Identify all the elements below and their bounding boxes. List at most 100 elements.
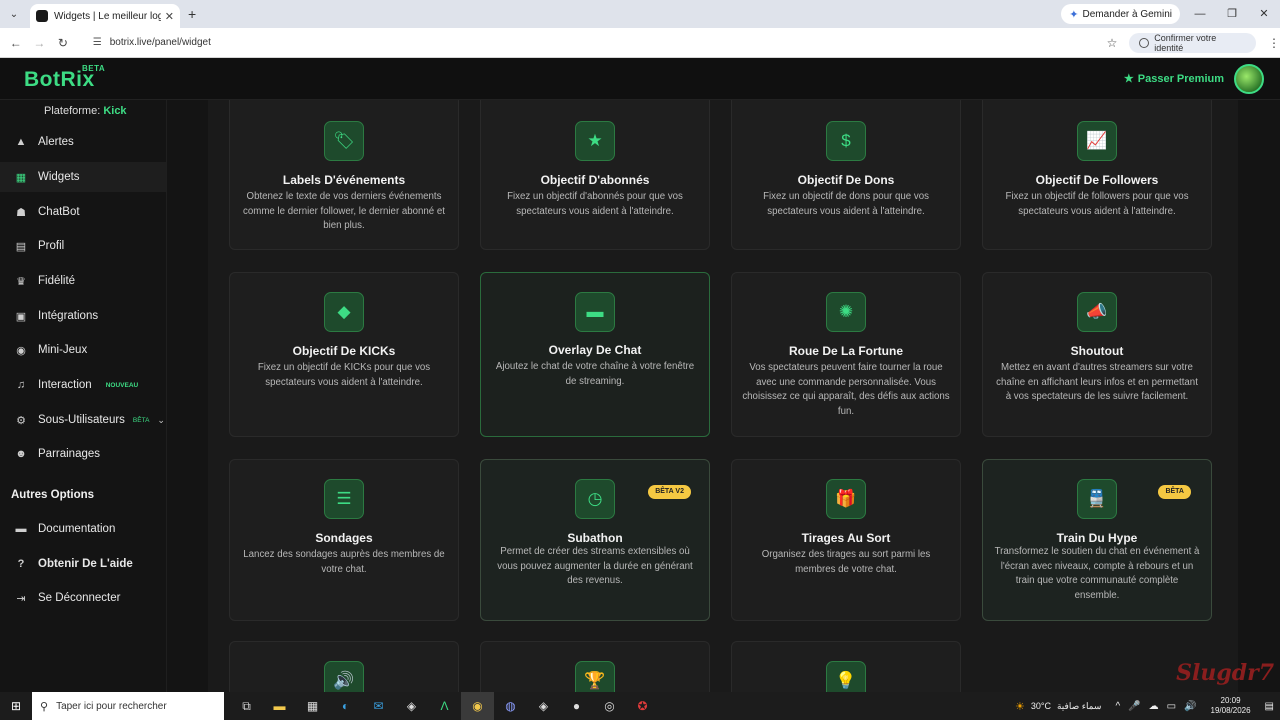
close-window-icon[interactable]: ✕ [1248, 0, 1280, 28]
back-arrow-icon[interactable]: ← [4, 36, 28, 50]
sidebar-item-label: Intégrations [38, 310, 99, 322]
logo-beta-badge: BETA [82, 64, 106, 73]
bookmark-star-icon[interactable]: ☆ [1107, 36, 1118, 50]
poll-icon: ☰ [324, 479, 364, 519]
card-title: Labels D'événements [282, 173, 406, 187]
sidebar-item-integrations[interactable]: ▣ Intégrations [0, 301, 166, 331]
widget-card-objectif-followers[interactable]: 📈 Objectif De Followers Fixez un objecti… [982, 100, 1212, 250]
sidebar-item-profil[interactable]: ▤ Profil [0, 231, 166, 261]
weather-text: سماء صافية [1056, 700, 1102, 711]
weather-temp: 30°C [1030, 701, 1051, 711]
sidebar-item-interaction[interactable]: ♫ Interaction NOUVEAU [0, 370, 166, 400]
main-content: 🏷 Labels D'événements Obtenez le texte d… [167, 100, 1280, 692]
widget-card-partial[interactable]: 🏆 [480, 641, 710, 692]
obs-icon[interactable]: ● [560, 692, 593, 720]
reload-icon[interactable]: ↻ [51, 36, 75, 50]
sidebar-item-chatbot[interactable]: ☗ ChatBot [0, 197, 166, 227]
widget-card-subathon[interactable]: ◷ BÊTA V2 Subathon Permet de créer des s… [480, 459, 710, 621]
card-description: Ajoutez le chat de votre chaîne à votre … [495, 361, 695, 387]
chevron-up-icon[interactable]: ^ [1115, 701, 1120, 712]
edge-icon[interactable]: ◐ [329, 692, 362, 720]
chrome-icon[interactable]: ◉ [461, 692, 494, 720]
app-icon[interactable]: ◎ [593, 692, 626, 720]
widget-card-objectif-kicks[interactable]: ◆ Objectif De KICKs Fixez un objectif de… [229, 272, 459, 437]
help-icon: ? [17, 558, 25, 570]
music-icon: ♫ [16, 379, 26, 391]
widget-card-train-hype[interactable]: 🚆 BÊTA Train Du Hype Transformez le sout… [982, 459, 1212, 621]
browser-menu-icon[interactable]: ⋮ [1268, 36, 1280, 50]
card-description: Obtenez le texte de vos derniers événeme… [243, 191, 445, 232]
new-tab-button[interactable]: + [188, 6, 196, 22]
sidebar-item-logout[interactable]: ⇥ Se Déconnecter [0, 583, 166, 613]
sidebar-item-label: Widgets [38, 171, 80, 183]
star-icon: ★ [575, 121, 615, 161]
minimize-icon[interactable]: — [1184, 0, 1216, 28]
sidebar-item-help[interactable]: ? Obtenir De L'aide [0, 549, 166, 579]
network-icon[interactable]: ▭ [1167, 701, 1176, 712]
weather-icon: ☀ [1015, 700, 1025, 713]
tab-title: Widgets | Le meilleur logiciel p [54, 10, 161, 22]
dollar-icon: $ [826, 121, 866, 161]
speaker-icon: 🔊 [324, 661, 364, 692]
microphone-icon[interactable]: 🎤 [1128, 701, 1140, 712]
discord-icon[interactable]: ◍ [494, 692, 527, 720]
watermark: Slugdr7 [1176, 660, 1274, 686]
sidebar-item-label: Obtenir De L'aide [38, 558, 133, 570]
steam-icon[interactable]: ◈ [527, 692, 560, 720]
widget-card-roue-fortune[interactable]: ✺ Roue De La Fortune Vos spectateurs peu… [731, 272, 961, 437]
trophy-icon: 🏆 [575, 661, 615, 692]
close-tab-icon[interactable]: ✕ [165, 10, 174, 23]
widget-card-objectif-dons[interactable]: $ Objectif De Dons Fixez un objectif de … [731, 100, 961, 250]
sidebar-item-widgets[interactable]: ▦ Widgets [0, 162, 166, 192]
sidebar-item-mini-jeux[interactable]: ◉ Mini-Jeux [0, 335, 166, 365]
sidebar-item-label: Parrainages [38, 448, 101, 460]
app-red-icon[interactable]: ✪ [626, 692, 659, 720]
taskbar-apps: ⧉ ▬ ▦ ◐ ✉ ◈ Λ ◉ ◍ ◈ ● ◎ ✪ [230, 692, 659, 720]
file-explorer-icon[interactable]: ▬ [263, 692, 296, 720]
beta-badge: BÊTA [132, 416, 150, 424]
cloud-icon[interactable]: ☁ [1149, 701, 1159, 712]
mail-icon[interactable]: ✉ [362, 692, 395, 720]
app-a-icon[interactable]: Λ [428, 692, 461, 720]
tab-list-button[interactable]: ⌄ [0, 0, 28, 28]
widget-card-partial[interactable]: 🔊 [229, 641, 459, 692]
premium-button[interactable]: ★ Passer Premium [1124, 72, 1224, 85]
url-field[interactable]: ☰ botrix.live/panel/widget [84, 31, 1103, 54]
botrix-logo[interactable]: BotRix BETA [24, 64, 105, 92]
widget-card-partial[interactable]: 💡 [731, 641, 961, 692]
widget-card-overlay-chat[interactable]: ▬ Overlay De Chat Ajoutez le chat de vot… [480, 272, 710, 437]
widget-card-sondages[interactable]: ☰ Sondages Lancez des sondages auprès de… [229, 459, 459, 621]
sidebar-item-fidelite[interactable]: ♛ Fidélité [0, 266, 166, 296]
chevron-down-icon[interactable]: ⌄ [157, 415, 165, 426]
widget-card-tirages-au-sort[interactable]: 🎁 Tirages Au Sort Organisez des tirages … [731, 459, 961, 621]
forward-arrow-icon[interactable]: → [28, 36, 52, 50]
user-avatar[interactable] [1234, 64, 1264, 94]
sidebar-item-parrainages[interactable]: ☻ Parrainages [0, 439, 166, 469]
confirm-identity-button[interactable]: Confirmer votre identité [1129, 32, 1256, 53]
sidebar-item-alertes[interactable]: ▲ Alertes [0, 127, 166, 157]
steam-icon[interactable]: ◈ [395, 692, 428, 720]
gemini-label: Demander à Gemini [1082, 8, 1172, 20]
gemini-button[interactable]: ✦ Demander à Gemini [1061, 4, 1180, 24]
sidebar-item-documentation[interactable]: ▬ Documentation [0, 514, 166, 544]
other-options-heading: Autres Options [11, 489, 95, 501]
taskbar-search[interactable]: ⚲ Taper ici pour rechercher [32, 692, 224, 720]
notifications-icon[interactable]: ▤ [1265, 701, 1274, 712]
widget-card-labels-evenements[interactable]: 🏷 Labels D'événements Obtenez le texte d… [229, 100, 459, 250]
restore-icon[interactable]: ❐ [1216, 0, 1248, 28]
clock[interactable]: 20:09 19/08/2026 [1211, 696, 1251, 716]
site-info-icon[interactable]: ☰ [93, 37, 102, 48]
card-description: Fixez un objectif de followers pour que … [1005, 191, 1189, 217]
card-title: Overlay De Chat [548, 343, 642, 357]
widget-card-shoutout[interactable]: 📣 Shoutout Mettez en avant d'autres stre… [982, 272, 1212, 437]
system-tray: ☀ 30°C سماء صافية ^ 🎤 ☁ ▭ 🔊 20:09 19/08/… [1015, 692, 1280, 720]
clock-date: 19/08/2026 [1210, 706, 1251, 715]
windows-start-icon[interactable]: ⊞ [0, 699, 32, 713]
browser-tab[interactable]: Widgets | Le meilleur logiciel p ✕ [30, 4, 180, 28]
store-icon[interactable]: ▦ [296, 692, 329, 720]
volume-icon[interactable]: 🔊 [1184, 701, 1196, 712]
widget-card-objectif-abonnes[interactable]: ★ Objectif D'abonnés Fixez un objectif d… [480, 100, 710, 250]
sidebar-item-sous-utilisateurs[interactable]: ⚙ Sous-Utilisateurs BÊTA ⌄ [0, 405, 166, 435]
task-view-icon[interactable]: ⧉ [230, 692, 263, 720]
tag-icon: 🏷 [324, 121, 364, 161]
